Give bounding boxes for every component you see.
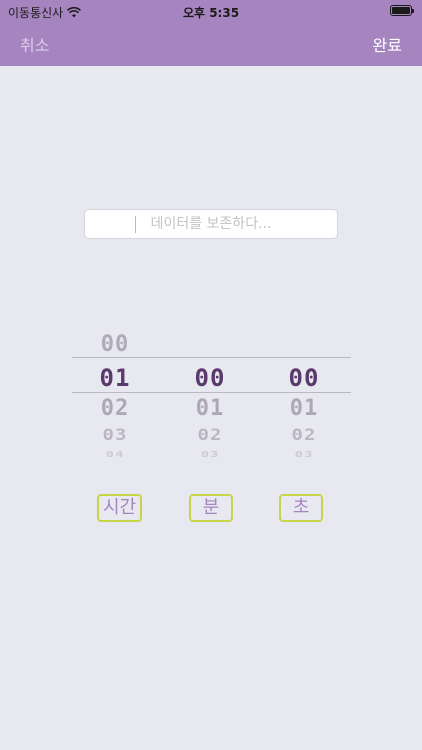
text-cursor	[135, 216, 136, 233]
minute-selected[interactable]: 00	[185, 364, 235, 392]
nav-bar: 이동통신사 오후 5:35 취소 완료	[0, 0, 422, 66]
hour-option[interactable]: 04	[90, 451, 140, 460]
hour-selected[interactable]: 01	[90, 364, 140, 392]
hour-option[interactable]: 03	[90, 426, 140, 445]
status-bar: 이동통신사 오후 5:35	[0, 0, 422, 22]
second-selected[interactable]: 00	[279, 364, 329, 392]
picker-selection-bottom-line	[72, 392, 351, 393]
picker-selection-top-line	[72, 357, 351, 358]
minute-option[interactable]: 03	[185, 451, 235, 460]
battery-icon	[390, 5, 414, 16]
second-option[interactable]: 03	[279, 451, 329, 460]
minute-option[interactable]: 01	[185, 396, 235, 421]
second-option[interactable]: 01	[279, 396, 329, 421]
cancel-button[interactable]: 취소	[20, 32, 49, 56]
second-option[interactable]: 02	[279, 426, 329, 445]
seconds-unit-label: 초	[279, 494, 323, 522]
hours-unit-label: 시간	[97, 494, 142, 522]
minutes-unit-label: 분	[189, 494, 233, 522]
save-data-input[interactable]	[84, 209, 338, 239]
done-button[interactable]: 완료	[373, 32, 402, 56]
minute-option[interactable]: 02	[185, 426, 235, 445]
hour-option[interactable]: 02	[90, 396, 140, 421]
hour-option[interactable]: 00	[90, 332, 140, 357]
status-time: 오후 5:35	[182, 6, 240, 20]
